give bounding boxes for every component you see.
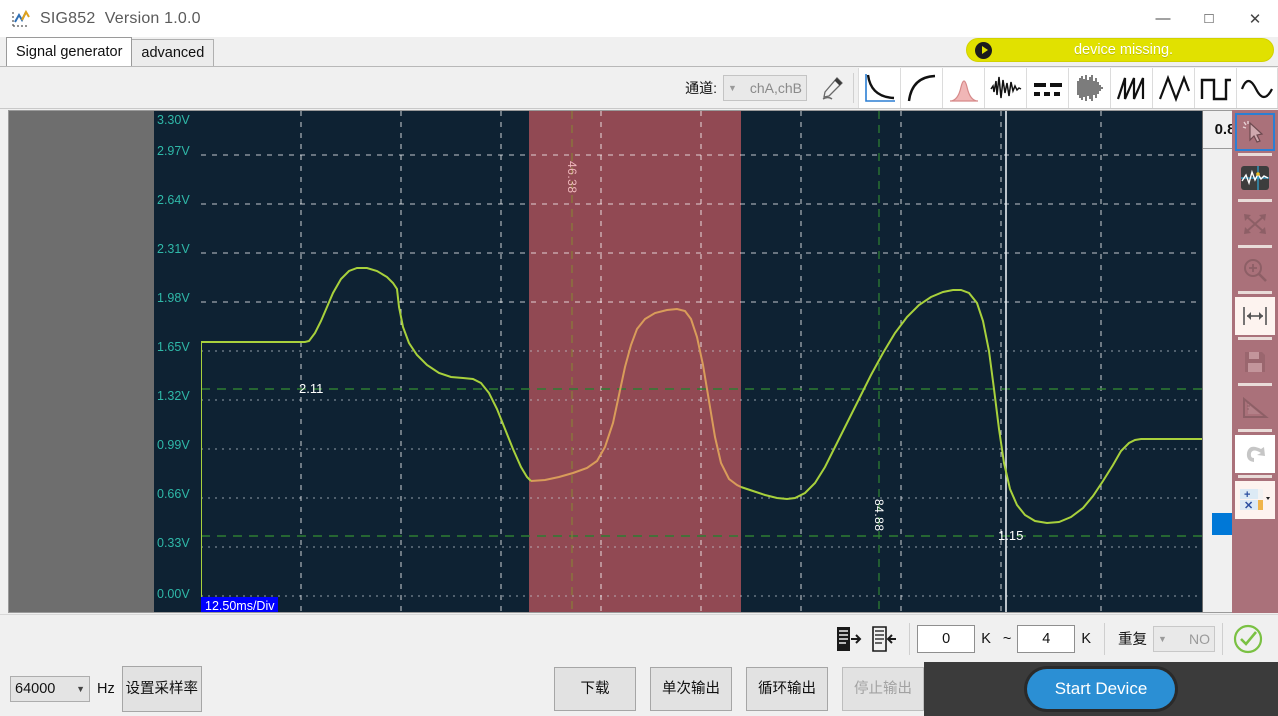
range-separator: ~ [1002,630,1012,647]
window-title: SIG852 Version 1.0.0 [40,9,201,27]
title-bar: SIG852 Version 1.0.0 — □ ✕ [0,0,1278,37]
y-tick-label: 0.99V [157,438,190,452]
dashed-level-icon[interactable] [1026,67,1068,108]
loop-output-button[interactable]: 循环输出 [746,667,828,711]
plot-container: 3.30V 2.97V 2.64V 2.31V 1.98V 1.65V 1.32… [8,110,1270,613]
rail-divider [1238,245,1272,248]
square-icon[interactable] [1194,67,1236,108]
expand-arrows-icon[interactable] [1235,205,1275,243]
tab-advanced[interactable]: advanced [131,39,215,66]
gaussian-pulse-icon[interactable] [942,67,984,108]
ruler-triangle-icon[interactable] [1235,389,1275,427]
range-end-unit: K [1081,630,1091,647]
sample-rate-select[interactable]: 64000 ▼ [10,676,90,702]
repeat-select[interactable]: ▼ NO [1153,625,1215,652]
chevron-down-icon: ▼ [728,82,737,93]
noise-burst-icon[interactable] [984,67,1026,108]
sample-rate-value: 64000 [15,681,56,697]
single-output-button[interactable]: 单次输出 [650,667,732,711]
exponential-decay-icon[interactable] [858,67,900,108]
exponential-rise-icon[interactable] [900,67,942,108]
download-button[interactable]: 下载 [554,667,636,711]
maximize-button[interactable]: □ [1186,0,1232,37]
rail-divider [1238,291,1272,294]
horizontal-measure-icon[interactable] [1235,297,1275,335]
y-tick-label: 0.66V [157,487,190,501]
y-axis: 3.30V 2.97V 2.64V 2.31V 1.98V 1.65V 1.32… [154,111,201,612]
y-tick-label: 2.31V [157,242,190,256]
svg-text:✕: ✕ [1244,500,1253,512]
repeat-label: 重复 [1118,632,1147,648]
file-range-toolbar: 0 K ~ 4 K 重复 ▼ NO [0,614,1278,662]
hz-label: Hz [97,681,115,697]
y-tick-label: 3.30V [157,113,190,127]
y-tick-label: 2.97V [157,144,190,158]
dense-noise-icon[interactable] [1068,67,1110,108]
toolbar-divider [1104,622,1105,655]
sine-icon[interactable] [1236,67,1278,108]
pointer-select-icon[interactable] [1235,113,1275,151]
start-device-bar: Start Device [924,662,1278,716]
device-status-text: device missing. [1073,42,1174,58]
add-remove-series-icon[interactable]: + ✕ [1235,481,1275,519]
y-tick-label: 0.33V [157,536,190,550]
chevron-down-icon: ▼ [76,684,85,694]
y-tick-label: 1.32V [157,389,190,403]
toolbar-divider [909,622,911,655]
cursor-label-2-11: 2.11 [299,381,324,396]
toolbar-divider [853,72,854,103]
toolbar-divider [1222,622,1223,655]
time-per-div-label: 12.50ms/Div [201,597,279,612]
device-status-banner[interactable]: device missing. [966,38,1274,62]
waveform-canvas[interactable]: 2.11 1.15 46.38 84.88 [201,111,1202,612]
start-device-button[interactable]: Start Device [1027,669,1175,709]
cursor-label-84-88: 84.88 [872,499,886,532]
tab-signal-generator[interactable]: Signal generator [6,37,133,66]
document-import-icon[interactable] [866,621,902,657]
channel-label: 通道: [685,79,717,96]
play-circle-icon [975,41,992,59]
application-window: SIG852 Version 1.0.0 — □ ✕ Signal genera… [0,0,1278,716]
waveform-thumbnail-icon[interactable] [1235,159,1275,197]
y-tick-label: 0.00V [157,587,190,601]
close-button[interactable]: ✕ [1232,0,1278,37]
footer-bar: 64000 ▼ Hz 设置采样率 下载 单次输出 循环输出 停止输出 Start… [0,662,1278,716]
range-start-input[interactable]: 0 [917,624,976,653]
rail-divider [1238,475,1272,478]
tool-rail: + ✕ [1232,110,1278,613]
check-circle-icon[interactable] [1230,621,1266,657]
stop-output-button: 停止输出 [842,667,924,711]
rail-divider [1238,383,1272,386]
rail-divider [1238,429,1272,432]
triangle-icon[interactable] [1152,67,1194,108]
channel-select[interactable]: ▼ chA,chB [723,74,807,101]
chevron-down-icon: ▼ [1158,633,1167,644]
cursor-label-1-15: 1.15 [998,528,1024,543]
waveform-svg [201,111,1202,612]
redo-arrow-icon[interactable] [1235,435,1275,473]
zoom-in-icon[interactable] [1235,251,1275,289]
minimize-button[interactable]: — [1140,0,1186,37]
set-sample-rate-button[interactable]: 设置采样率 [121,666,202,712]
repeat-value: NO [1189,630,1210,647]
chart-line-icon [10,8,32,30]
y-tick-label: 2.64V [157,193,190,207]
cursor-label-46-38: 46.38 [565,161,579,194]
y-tick-label: 1.65V [157,340,190,354]
range-start-unit: K [981,630,991,647]
window-controls: — □ ✕ [1140,0,1278,37]
channel-value: chA,chB [749,79,802,96]
pencil-draw-icon[interactable] [813,68,849,108]
document-export-icon[interactable] [830,621,866,657]
y-tick-label: 1.98V [157,291,190,305]
rail-divider [1238,199,1272,202]
save-disk-icon[interactable] [1235,343,1275,381]
waveform-toolbar: 通道: ▼ chA,chB [0,67,1278,109]
rail-divider [1238,337,1272,340]
rail-divider [1238,153,1272,156]
sawtooth-icon[interactable] [1110,67,1152,108]
range-end-input[interactable]: 4 [1017,624,1076,653]
